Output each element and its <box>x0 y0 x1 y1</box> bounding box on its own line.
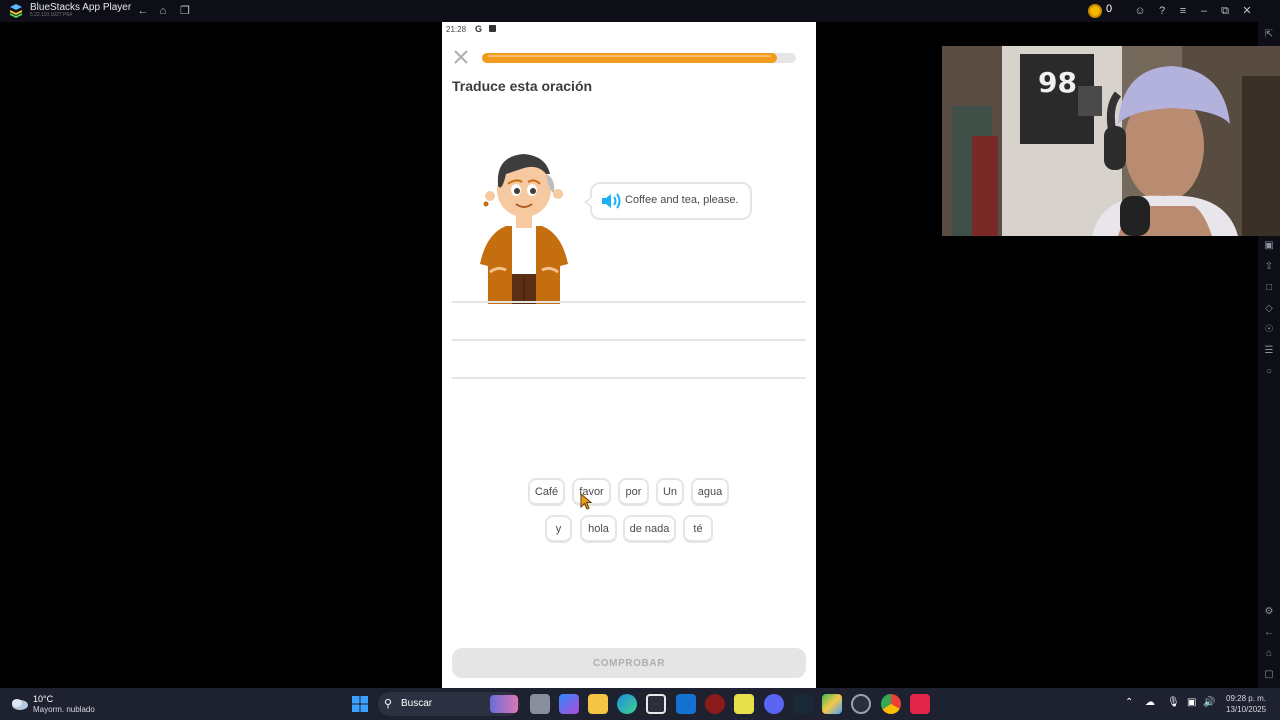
eco-mode-icon[interactable]: ○ <box>1262 365 1276 379</box>
word-chip[interactable]: Café <box>528 478 565 506</box>
volume-icon[interactable]: 🔊 <box>1203 697 1215 708</box>
file-explorer-icon[interactable] <box>588 694 608 714</box>
macro-icon[interactable]: ◇ <box>1262 302 1276 316</box>
status-time: 21:28 <box>446 25 467 34</box>
app-red-icon[interactable] <box>705 694 725 714</box>
help-icon[interactable]: ? <box>1155 4 1169 18</box>
windows-start-icon[interactable] <box>351 695 369 713</box>
chrome-icon[interactable] <box>881 694 901 714</box>
app-circle-icon[interactable] <box>851 694 871 714</box>
minimize-icon[interactable]: – <box>1197 4 1211 18</box>
word-chip[interactable]: y <box>545 515 572 543</box>
weather-temp: 10°C <box>33 694 54 704</box>
location-icon[interactable]: ☉ <box>1262 323 1276 337</box>
google-status-icon: G <box>475 24 483 34</box>
speech-text: Coffee and tea, please. <box>625 194 739 206</box>
network-icon[interactable]: ▣ <box>1187 697 1196 708</box>
notification-status-icon <box>489 25 496 32</box>
multi-instance-icon[interactable]: ❐ <box>178 4 192 18</box>
fullscreen-icon[interactable]: ⇱ <box>1262 28 1276 42</box>
svg-text:98: 98 <box>1038 66 1077 99</box>
tray-chevron-icon[interactable]: ⌃ <box>1125 697 1133 708</box>
answer-line-2 <box>452 339 806 341</box>
speaker-icon[interactable] <box>600 192 622 210</box>
lesson-progress-fill <box>482 53 778 63</box>
menu-icon[interactable]: ≡ <box>1176 4 1190 18</box>
taskbar-search-placeholder: Buscar <box>401 698 433 709</box>
steam-icon[interactable] <box>793 694 813 714</box>
webcam-overlay: 98 <box>942 46 1280 236</box>
clock-time[interactable]: 09:28 p. m. <box>1226 694 1266 703</box>
home-icon[interactable]: ⌂ <box>156 4 170 18</box>
store-icon[interactable] <box>646 694 666 714</box>
character-illustration <box>480 154 568 304</box>
word-chip[interactable]: por <box>618 478 649 506</box>
mouse-cursor-icon <box>580 493 593 510</box>
close-lesson-icon[interactable] <box>452 48 470 66</box>
word-chip[interactable]: hola <box>580 515 617 543</box>
answer-line-3 <box>452 377 806 379</box>
clock-date[interactable]: 13/10/2025 <box>1226 705 1266 714</box>
lesson-progress-bar <box>482 53 796 63</box>
android-home-icon[interactable]: ⌂ <box>1262 647 1276 661</box>
word-chip[interactable]: de nada <box>623 515 676 543</box>
speech-bubble[interactable]: Coffee and tea, please. <box>584 182 752 220</box>
install-apk-icon[interactable]: ⇧ <box>1262 260 1276 274</box>
search-highlight-icon[interactable] <box>490 695 518 713</box>
layers-icon[interactable]: ☰ <box>1262 344 1276 358</box>
bluestacks-titlebar: BlueStacks App Player 5.22.110.1027 P64 … <box>0 0 1280 22</box>
copilot-icon[interactable] <box>559 694 579 714</box>
task-view-icon[interactable] <box>530 694 550 714</box>
check-button[interactable]: COMPROBAR <box>452 648 806 678</box>
answer-line-1 <box>452 301 806 303</box>
microphone-icon[interactable]: 🎙 <box>1167 697 1180 708</box>
outlook-icon[interactable] <box>676 694 696 714</box>
bluestacks-logo-icon <box>10 4 22 18</box>
screen: BlueStacks App Player 5.22.110.1027 P64 … <box>0 0 1280 720</box>
screenshot-icon[interactable]: ▣ <box>1262 239 1276 253</box>
windows-taskbar <box>0 688 1280 720</box>
folder-icon[interactable]: □ <box>1262 281 1276 295</box>
app-version: 5.22.110.1027 P64 <box>30 12 72 18</box>
close-window-icon[interactable]: ✕ <box>1240 4 1254 18</box>
coin-icon[interactable] <box>1088 4 1102 18</box>
weather-desc: Mayorm. nublado <box>33 705 95 714</box>
edge-icon[interactable] <box>617 694 637 714</box>
word-chip[interactable]: agua <box>691 478 729 506</box>
search-icon: ⚲ <box>384 698 393 710</box>
app-screen: 21:28 G Traduce esta oración Coffee and … <box>442 22 816 688</box>
settings-icon[interactable]: ⚙ <box>1262 605 1276 619</box>
restore-icon[interactable]: ⧉ <box>1218 4 1232 18</box>
coin-count: 0 <box>1106 3 1113 15</box>
android-recents-icon[interactable]: ▢ <box>1262 668 1276 682</box>
word-chip[interactable]: té <box>683 515 713 543</box>
notes-icon[interactable] <box>734 694 754 714</box>
weather-icon[interactable] <box>8 692 30 714</box>
android-back-icon[interactable]: ← <box>1262 626 1276 640</box>
word-chip[interactable]: Un <box>656 478 684 506</box>
back-icon[interactable]: ← <box>136 4 150 18</box>
account-icon[interactable]: ☺ <box>1133 4 1147 18</box>
bluestacks-taskbar-icon[interactable] <box>822 694 842 714</box>
discord-icon[interactable] <box>764 694 784 714</box>
tiktok-icon[interactable] <box>910 694 930 714</box>
cloud-icon[interactable]: ☁ <box>1145 697 1155 708</box>
prompt-title: Traduce esta oración <box>452 78 593 94</box>
